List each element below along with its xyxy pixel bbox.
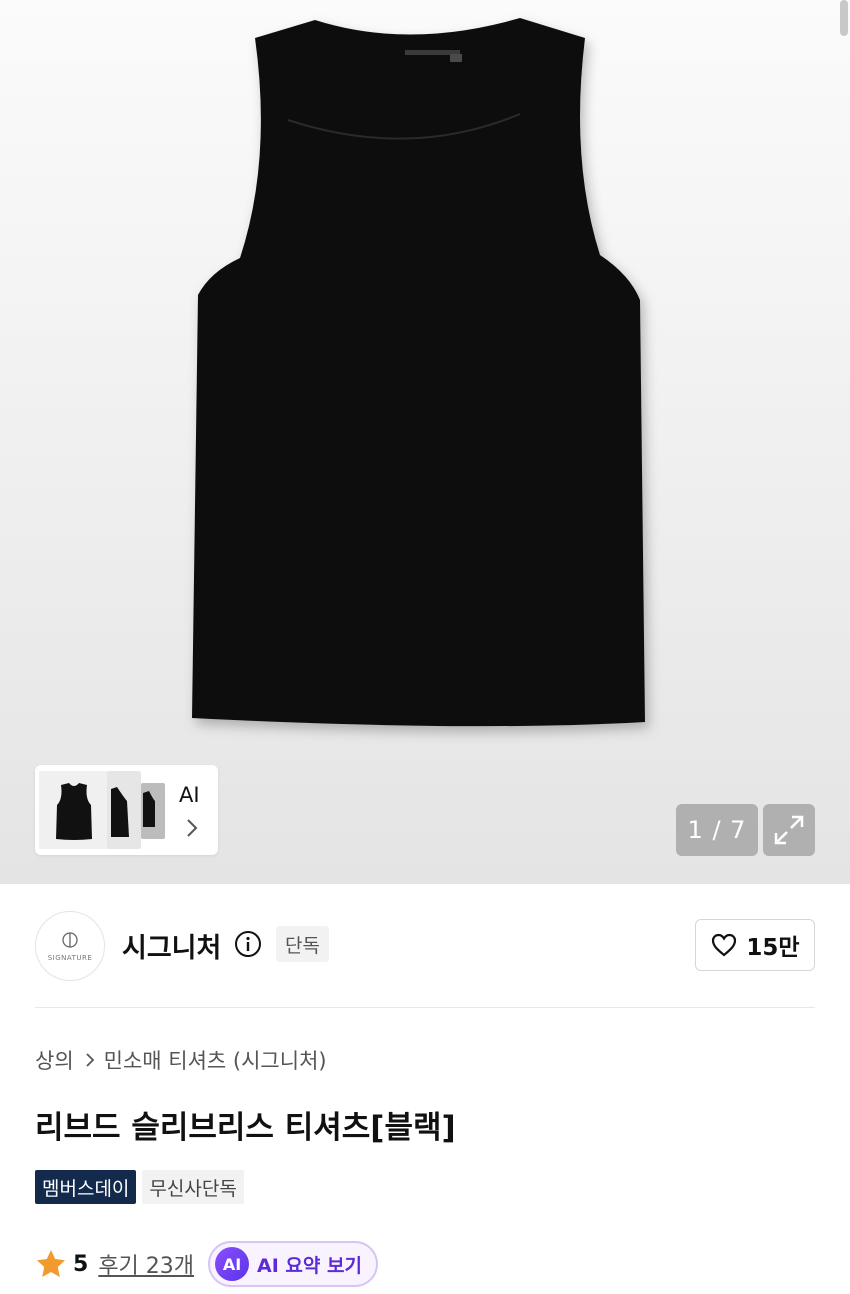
brand-row: SIGNATURE 시그니처 단독 15만 xyxy=(0,884,850,1008)
tag-musinsa-exclusive: 무신사단독 xyxy=(142,1170,244,1204)
product-title: 리브드 슬리브리스 티셔츠[블랙] xyxy=(35,1110,456,1146)
thumbnail-tank-icon xyxy=(56,783,92,840)
like-button[interactable]: 15만 xyxy=(695,919,815,971)
chevron-right-icon[interactable] xyxy=(185,817,199,839)
thumbnail-tank-icon xyxy=(143,791,155,827)
product-tags: 멤버스데이 무신사단독 xyxy=(35,1170,244,1204)
expand-icon xyxy=(774,815,804,845)
thumbnail-tank-icon xyxy=(111,787,129,837)
thumbnail-1[interactable] xyxy=(39,771,109,849)
thumbnail-strip[interactable]: AI xyxy=(35,765,218,855)
breadcrumb-subcategory[interactable]: 민소매 티셔츠 (시그니처) xyxy=(104,1045,327,1075)
breadcrumb-category[interactable]: 상의 xyxy=(35,1045,74,1075)
info-icon[interactable] xyxy=(234,930,262,958)
ai-badge-icon: AI xyxy=(215,1247,250,1281)
page-scrollbar[interactable] xyxy=(840,0,848,36)
product-gallery[interactable]: AI 1 / 7 xyxy=(0,0,850,884)
thumbnail-2[interactable] xyxy=(107,771,141,849)
star-icon xyxy=(37,1250,65,1277)
review-count-link[interactable]: 후기 23개 xyxy=(98,1248,194,1280)
fullscreen-button[interactable] xyxy=(763,804,815,856)
heart-icon xyxy=(712,933,737,957)
breadcrumb: 상의 민소매 티셔츠 (시그니처) xyxy=(35,1045,327,1075)
section-divider xyxy=(35,1007,815,1008)
rating-row: 5 후기 23개 AI AI 요약 보기 xyxy=(35,1240,378,1288)
brand-logo-mark-icon xyxy=(62,931,78,948)
brand-name[interactable]: 시그니처 xyxy=(122,926,221,965)
thumbnail-ai-label[interactable]: AI xyxy=(179,783,200,807)
brand-logo[interactable]: SIGNATURE xyxy=(35,911,105,981)
ai-summary-label: AI 요약 보기 xyxy=(257,1254,362,1277)
like-count: 15만 xyxy=(746,935,800,961)
rating-score: 5 xyxy=(73,1251,89,1277)
product-image-tank-top[interactable] xyxy=(160,10,680,750)
image-counter: 1 / 7 xyxy=(676,804,758,856)
tag-members-day: 멤버스데이 xyxy=(35,1170,137,1204)
ai-summary-button[interactable]: AI AI 요약 보기 xyxy=(208,1241,378,1287)
exclusive-badge: 단독 xyxy=(276,926,329,962)
chevron-right-icon xyxy=(86,1053,94,1067)
thumbnail-3[interactable] xyxy=(141,783,165,839)
brand-logo-text: SIGNATURE xyxy=(47,953,93,962)
